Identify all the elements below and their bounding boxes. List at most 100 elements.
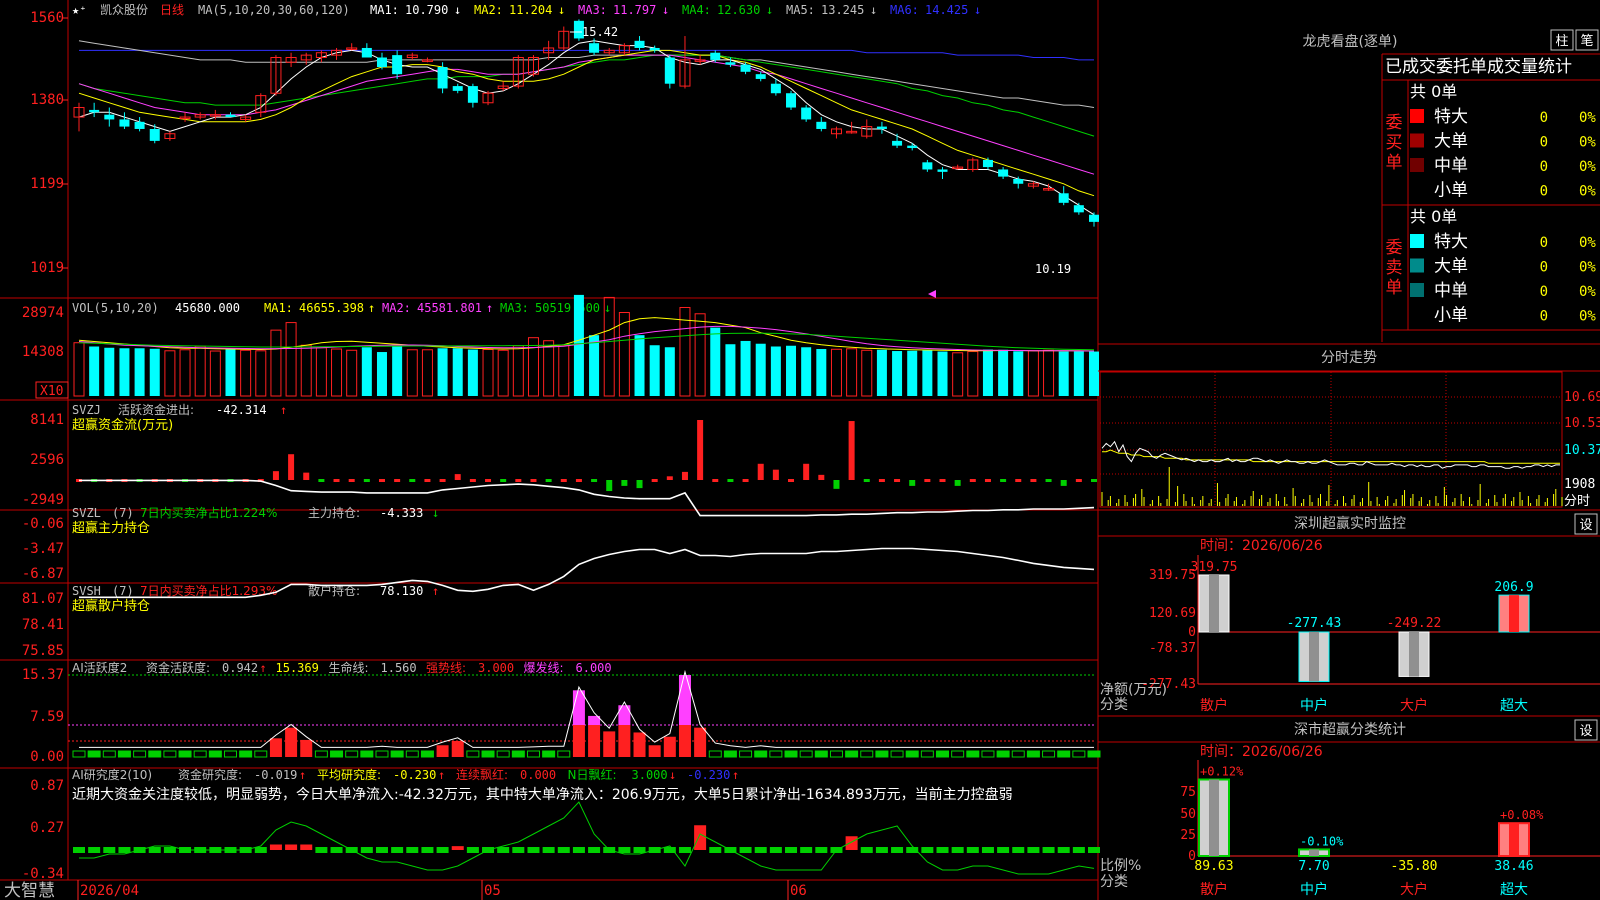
- svzj-tick-bar: [575, 479, 582, 482]
- volume-bar-down: [649, 345, 660, 396]
- lhb-buy-swatch: [1410, 109, 1424, 123]
- lhb-tabs[interactable]: 已成交委托单成交量统计: [1385, 57, 1572, 77]
- ai-active-value: 0.942: [222, 661, 258, 675]
- volume-bar-up: [618, 312, 630, 397]
- ai-active-bar-low: [708, 750, 722, 758]
- tick-price-label: 10.37: [1564, 443, 1600, 458]
- monitor-ylabel: 净额(万元): [1100, 682, 1167, 698]
- lhb-buy-swatch: [1410, 133, 1424, 148]
- ai-research-label: 平均研究度:: [317, 767, 381, 782]
- period-label: 日线: [160, 3, 184, 17]
- candle-body-down: [982, 159, 993, 168]
- svsh-tick-label: 81.07: [22, 591, 64, 607]
- ai-active-bar-low: [72, 750, 86, 758]
- ma-label: MA6:: [890, 3, 919, 17]
- svzj-bar-positive: [288, 454, 295, 480]
- ai-active-bar-low: [466, 750, 480, 758]
- candle-body-down: [816, 121, 827, 129]
- ai-active-bar-burst: [678, 675, 691, 725]
- volume-bar-down: [664, 347, 675, 396]
- lhb-sell-row-name: 大单: [1434, 257, 1468, 277]
- ai-active-bar-low: [193, 750, 207, 758]
- monitor-bar-core: [1409, 632, 1419, 677]
- svsh-subtitle: 超赢散户持仓: [72, 598, 150, 614]
- stats-bar-超大: [1498, 822, 1530, 857]
- ai-research-label: 资金研究度:: [178, 767, 242, 782]
- ai-active-bar-low: [1072, 750, 1086, 758]
- lhb-buy-side-label: 单: [1386, 153, 1403, 173]
- svzj-tick-bar: [969, 479, 976, 482]
- svzj-tick-bar: [348, 479, 355, 482]
- monitor-bar-core: [1209, 575, 1219, 632]
- ai-research-bar-negative: [542, 847, 555, 853]
- volume-bar-up: [73, 342, 85, 397]
- cursor-marker: [928, 290, 936, 298]
- ai-research-bar-negative: [254, 847, 267, 853]
- tick-vol-unit: 分时: [1564, 494, 1590, 509]
- ai-research-bar-negative: [800, 847, 813, 853]
- volume-bar-down: [452, 348, 463, 396]
- volume-bar-up: [497, 349, 509, 397]
- ai-active-bar-low: [1011, 750, 1025, 758]
- candle-body-down: [392, 55, 403, 75]
- ai-active-bar-low: [102, 750, 116, 758]
- lhb-sell-swatch: [1410, 258, 1424, 273]
- ai-active-bar-low: [254, 750, 268, 758]
- ai-active-line: [79, 669, 1094, 748]
- price-ma3-line: [78, 54, 1095, 175]
- candle-body-down: [467, 86, 478, 103]
- ai-active-label: 资金活跃度:: [146, 660, 210, 675]
- volume-bar-up: [952, 352, 964, 397]
- ai-research-bar-negative: [391, 847, 404, 853]
- stats-bar-core: [1309, 849, 1319, 856]
- ai-research-bar-negative: [527, 847, 540, 853]
- svzj-bar-positive: [757, 463, 764, 480]
- vol-title: VOL(5,10,20): [72, 301, 159, 315]
- stats-settings-label: 设: [1579, 724, 1592, 739]
- volume-bar-up: [255, 350, 267, 397]
- svzj-tick-bar: [439, 479, 446, 482]
- ai-research-bar-negative: [921, 847, 934, 853]
- svsh-tick-label: 78.41: [22, 617, 64, 633]
- monitor-tick-label: 0: [1188, 625, 1196, 640]
- vol-ma2-line: [78, 325, 1095, 352]
- svsh-period: (7): [112, 584, 134, 598]
- svzj-tick-bar: [939, 479, 946, 482]
- ai-active-value: 1.560: [381, 661, 417, 675]
- volume-bar-down: [104, 347, 115, 396]
- svzj-tick-bar: [712, 479, 719, 482]
- ma-label: MA1:: [370, 3, 399, 17]
- ai-research-bar-negative: [557, 847, 570, 853]
- candle-body-down: [907, 145, 918, 149]
- ai-active-bar: [269, 738, 282, 757]
- candle-body-down: [589, 43, 600, 53]
- ai-research-bar-negative: [88, 847, 101, 853]
- monitor-title: 深圳超赢实时监控: [1294, 515, 1406, 532]
- svzl-tick-label: -0.06: [22, 516, 64, 532]
- ai-active-bar-low: [814, 750, 828, 758]
- monitor-category: 散户: [1200, 697, 1228, 714]
- ai-research-bar-positive: [845, 836, 858, 850]
- vol-ma-label: MA3:: [500, 301, 529, 315]
- svzj-tick-bar: [1000, 479, 1007, 482]
- stock-name: 凯众股份: [100, 3, 148, 17]
- ai-active-bar-burst: [618, 705, 631, 725]
- ai-active-bar-low: [951, 750, 965, 758]
- ai-active-bar-low: [920, 750, 934, 758]
- volume-bar-up: [1043, 349, 1055, 397]
- ai-active-tick-label: 15.37: [22, 667, 64, 683]
- ai-active-bar-low: [860, 750, 874, 758]
- volume-bar-down: [801, 347, 812, 396]
- svzj-bar-negative: [636, 480, 643, 489]
- ai-active-bar-low: [330, 750, 344, 758]
- ai-research-tick-label: 0.87: [30, 778, 64, 794]
- lhb-buy-row-pct: 0%: [1579, 110, 1596, 126]
- lhb-sell-side-label: 委: [1386, 238, 1403, 258]
- ai-active-bar-low: [557, 750, 571, 758]
- ai-active-bar-low: [375, 750, 389, 758]
- ai-active-bar-low: [769, 750, 783, 758]
- candle-body-down: [376, 57, 387, 68]
- volume-bar-down: [376, 352, 387, 396]
- svzj-bar-negative: [909, 480, 916, 486]
- ai-research-bar-negative: [1012, 847, 1025, 853]
